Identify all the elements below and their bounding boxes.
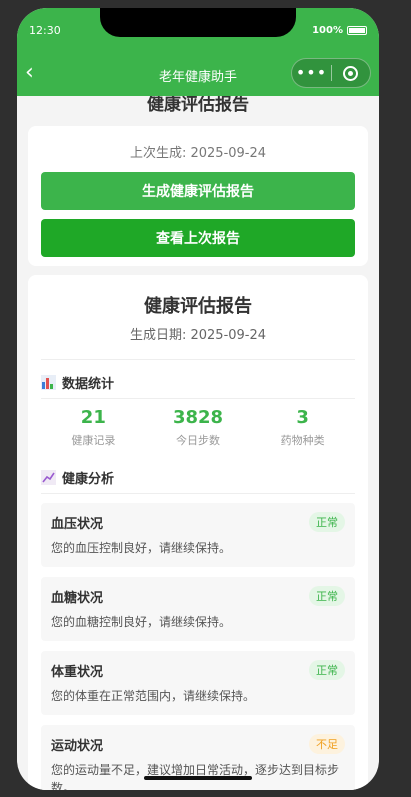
report-title: 健康评估报告	[144, 296, 252, 317]
analysis-desc: 您的体重在正常范围内，请继续保持。	[51, 689, 256, 703]
analysis-title: 运动状况	[51, 739, 104, 754]
nav-bar: ‹ 老年健康助手 •••	[17, 52, 379, 96]
analysis-blood-pressure: 血压状况 正常 您的血压控制良好，请继续保持。	[41, 503, 355, 567]
stat-steps-today: 3828 今日步数	[146, 399, 251, 461]
report-date: 生成日期: 2025-09-24	[129, 328, 267, 343]
analysis-exercise: 运动状况 不足 您的运动量不足，建议增加日常活动，逐步达到目标步数。	[41, 725, 355, 790]
analysis-section-header: 健康分析	[41, 461, 355, 493]
page-content[interactable]: 健康评估报告 上次生成: 2025-09-24 生成健康评估报告 查看上次报告 …	[17, 96, 379, 790]
divider	[41, 493, 355, 494]
battery-icon	[347, 26, 367, 35]
analysis-desc: 您的血糖控制良好，请继续保持。	[51, 615, 232, 629]
notch	[100, 8, 296, 37]
generate-card: 上次生成: 2025-09-24 生成健康评估报告 查看上次报告	[28, 126, 368, 266]
battery-text: 100%	[312, 25, 343, 36]
page-title: 健康评估报告	[147, 96, 249, 115]
stat-value: 3828	[172, 407, 224, 428]
stat-medication-types: 3 药物种类	[250, 399, 355, 461]
stat-health-records: 21 健康记录	[41, 399, 146, 461]
analysis-heading: 健康分析	[62, 471, 115, 487]
phone-frame: 12:30 100% ‹ 老年健康助手 ••• 健康评估报告 上次生成: 202…	[17, 8, 379, 790]
generate-report-button[interactable]: 生成健康评估报告	[41, 172, 355, 210]
trend-chart-icon	[41, 469, 56, 485]
analysis-desc: 您的血压控制良好，请继续保持。	[51, 541, 232, 555]
last-generated-text: 上次生成: 2025-09-24	[129, 146, 267, 161]
status-badge: 正常	[309, 660, 345, 680]
stat-label: 今日步数	[176, 434, 220, 447]
mini-program-capsule: •••	[291, 58, 371, 88]
stats-section-header: 数据统计	[41, 366, 355, 398]
divider	[41, 359, 355, 360]
status-badge: 正常	[309, 512, 345, 532]
home-indicator	[144, 776, 252, 780]
stat-value: 3	[296, 407, 309, 428]
target-icon	[343, 65, 359, 81]
analysis-title: 血糖状况	[51, 591, 104, 606]
analysis-weight: 体重状况 正常 您的体重在正常范围内，请继续保持。	[41, 651, 355, 715]
status-badge: 不足	[309, 734, 345, 754]
bar-chart-icon	[41, 374, 56, 390]
status-time: 12:30	[29, 24, 61, 37]
more-icon[interactable]: •••	[292, 58, 331, 88]
stats-row: 21 健康记录 3828 今日步数 3 药物种类	[41, 399, 355, 461]
view-last-report-button[interactable]: 查看上次报告	[41, 219, 355, 257]
analysis-title: 血压状况	[51, 517, 104, 532]
stat-value: 21	[80, 407, 106, 428]
status-battery: 100%	[312, 25, 367, 36]
status-badge: 正常	[309, 586, 345, 606]
close-mini-program-button[interactable]	[332, 65, 370, 81]
stat-label: 药物种类	[280, 434, 325, 447]
stats-heading: 数据统计	[62, 376, 115, 392]
report-card: 健康评估报告 生成日期: 2025-09-24 数据统计 21 健康记录 382…	[28, 275, 368, 790]
analysis-blood-sugar: 血糖状况 正常 您的血糖控制良好，请继续保持。	[41, 577, 355, 641]
analysis-title: 体重状况	[51, 665, 104, 680]
stat-label: 健康记录	[71, 434, 116, 447]
